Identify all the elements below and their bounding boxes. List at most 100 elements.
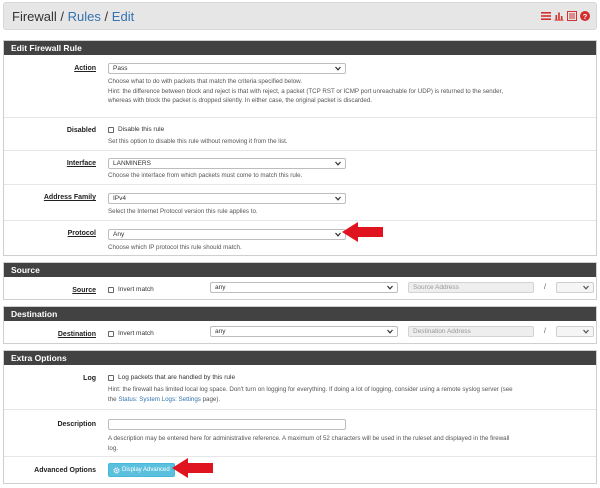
panel-heading: Destination: [4, 307, 596, 321]
protocol-label: Protocol: [67, 230, 96, 237]
system-logs-settings-link[interactable]: Status: System Logs: Settings: [118, 396, 201, 403]
breadcrumb-separator: /: [104, 9, 109, 24]
interface-value: LANMINERS: [113, 160, 151, 167]
display-advanced-button[interactable]: Display Advanced: [108, 463, 175, 477]
disabled-help: Set this option to disable this rule wit…: [108, 138, 288, 145]
description-input[interactable]: [108, 419, 346, 430]
chevron-down-icon: [583, 329, 589, 334]
cidr-slash: /: [544, 284, 546, 291]
header-icons: ?: [541, 11, 590, 21]
breadcrumb-edit-link[interactable]: Edit: [112, 9, 134, 24]
source-invert-checkbox[interactable]: Invert match: [108, 286, 154, 293]
chevron-down-icon: [335, 161, 341, 166]
action-help: Choose what to do with packets that matc…: [108, 77, 588, 106]
action-row: Action Pass Choose what to do with packe…: [4, 55, 596, 117]
list-icon[interactable]: [567, 11, 577, 21]
checkbox-box[interactable]: [108, 330, 114, 337]
log-label: Log: [83, 375, 96, 382]
destination-type-value: any: [215, 328, 226, 335]
log-row: Log Log packets that are handled by this…: [4, 365, 596, 409]
destination-address-placeholder: Destination Address: [413, 328, 471, 335]
description-row: Description A description may be entered…: [4, 409, 596, 456]
action-help-line: Choose what to do with packets that matc…: [108, 78, 302, 85]
address-family-help: Select the Internet Protocol version thi…: [108, 208, 258, 215]
address-family-value: IPv4: [113, 195, 127, 202]
source-address-placeholder: Source Address: [413, 284, 459, 291]
checkbox-label: Log packets that are handled by this rul…: [118, 374, 236, 381]
description-label: Description: [57, 421, 96, 428]
chevron-down-icon: [583, 285, 589, 290]
destination-panel: Destination Destination Invert match any…: [3, 306, 597, 344]
interface-select[interactable]: LANMINERS: [108, 158, 346, 169]
checkbox-box[interactable]: [108, 374, 114, 381]
address-family-select[interactable]: IPv4: [108, 193, 346, 204]
breadcrumb-separator: /: [60, 9, 65, 24]
protocol-row: Protocol Any Choose which IP protocol th…: [4, 220, 596, 256]
destination-row: Destination Invert match any Destination…: [4, 321, 596, 343]
arrow-pointer-icon: [342, 222, 383, 242]
description-help-line: A description may be entered here for ad…: [108, 435, 510, 442]
address-family-row: Address Family IPv4 Select the Internet …: [4, 184, 596, 220]
checkbox-label: Disable this rule: [118, 126, 165, 133]
breadcrumb: Firewall / Rules / Edit: [12, 9, 134, 24]
sliders-icon[interactable]: [541, 11, 551, 21]
panel-heading: Edit Firewall Rule: [4, 41, 596, 55]
log-checkbox[interactable]: Log packets that are handled by this rul…: [108, 374, 235, 381]
log-help-text: page).: [200, 395, 221, 403]
breadcrumb-rules-link[interactable]: Rules: [68, 9, 101, 24]
log-help-line: Hint: the firewall has limited local log…: [108, 386, 513, 393]
address-family-label: Address Family: [43, 194, 96, 201]
panel-heading: Source: [4, 263, 596, 277]
help-icon[interactable]: ?: [580, 11, 590, 21]
svg-text:?: ?: [583, 12, 588, 21]
source-row: Source Invert match any Source Address /: [4, 277, 596, 299]
interface-help: Choose the interface from which packets …: [108, 172, 303, 179]
checkbox-box[interactable]: [108, 126, 114, 133]
advanced-options-label: Advanced Options: [34, 467, 96, 474]
destination-label: Destination: [57, 331, 96, 338]
source-panel: Source Source Invert match any Source Ad…: [3, 262, 597, 300]
destination-type-select[interactable]: any: [210, 326, 398, 337]
protocol-help: Choose which IP protocol this rule shoul…: [108, 244, 242, 251]
disable-rule-checkbox[interactable]: Disable this rule: [108, 126, 164, 133]
panel-heading: Extra Options: [4, 351, 596, 365]
source-label: Source: [72, 287, 96, 294]
action-select[interactable]: Pass: [108, 63, 346, 74]
protocol-value: Any: [113, 231, 125, 238]
protocol-select[interactable]: Any: [108, 229, 346, 240]
source-type-select[interactable]: any: [210, 282, 398, 293]
gear-icon: [113, 467, 120, 473]
cidr-slash: /: [544, 328, 546, 335]
action-help-line: whereas with block the packet is dropped…: [108, 97, 373, 104]
edit-rule-panel: Edit Firewall Rule Action Pass Choose wh…: [3, 40, 597, 256]
chevron-down-icon: [335, 196, 341, 201]
breadcrumb-firewall: Firewall: [12, 9, 57, 24]
destination-invert-checkbox[interactable]: Invert match: [108, 330, 154, 337]
chevron-down-icon: [387, 329, 393, 334]
advanced-options-row: Advanced Options Display Advanced: [4, 456, 596, 483]
source-type-value: any: [215, 284, 226, 291]
action-help-line: Hint: the difference between block and r…: [108, 87, 504, 95]
bar-chart-icon[interactable]: [554, 11, 564, 21]
log-help-text: the: [108, 395, 119, 403]
chevron-down-icon: [335, 232, 341, 237]
action-value: Pass: [113, 65, 128, 72]
extra-options-panel: Extra Options Log Log packets that are h…: [3, 350, 597, 484]
checkbox-box[interactable]: [108, 286, 114, 293]
source-mask-select[interactable]: [556, 282, 594, 293]
disabled-row: Disabled Disable this rule Set this opti…: [4, 117, 596, 150]
source-address-input[interactable]: Source Address: [408, 282, 534, 293]
destination-mask-select[interactable]: [556, 326, 594, 337]
top-bar: Firewall / Rules / Edit ?: [3, 2, 597, 30]
interface-label: Interface: [66, 160, 96, 167]
checkbox-label: Invert match: [118, 330, 154, 337]
action-label: Action: [74, 65, 96, 72]
destination-address-input[interactable]: Destination Address: [408, 326, 534, 337]
description-help: A description may be entered here for ad…: [108, 434, 588, 453]
log-help: Hint: the firewall has limited local log…: [108, 385, 588, 404]
chevron-down-icon: [335, 66, 341, 71]
log-help-line: the Status: System Logs: Settings page).: [108, 395, 588, 405]
display-advanced-label: Display Advanced: [122, 467, 170, 473]
description-help-line: log.: [108, 444, 118, 452]
checkbox-label: Invert match: [118, 286, 154, 293]
